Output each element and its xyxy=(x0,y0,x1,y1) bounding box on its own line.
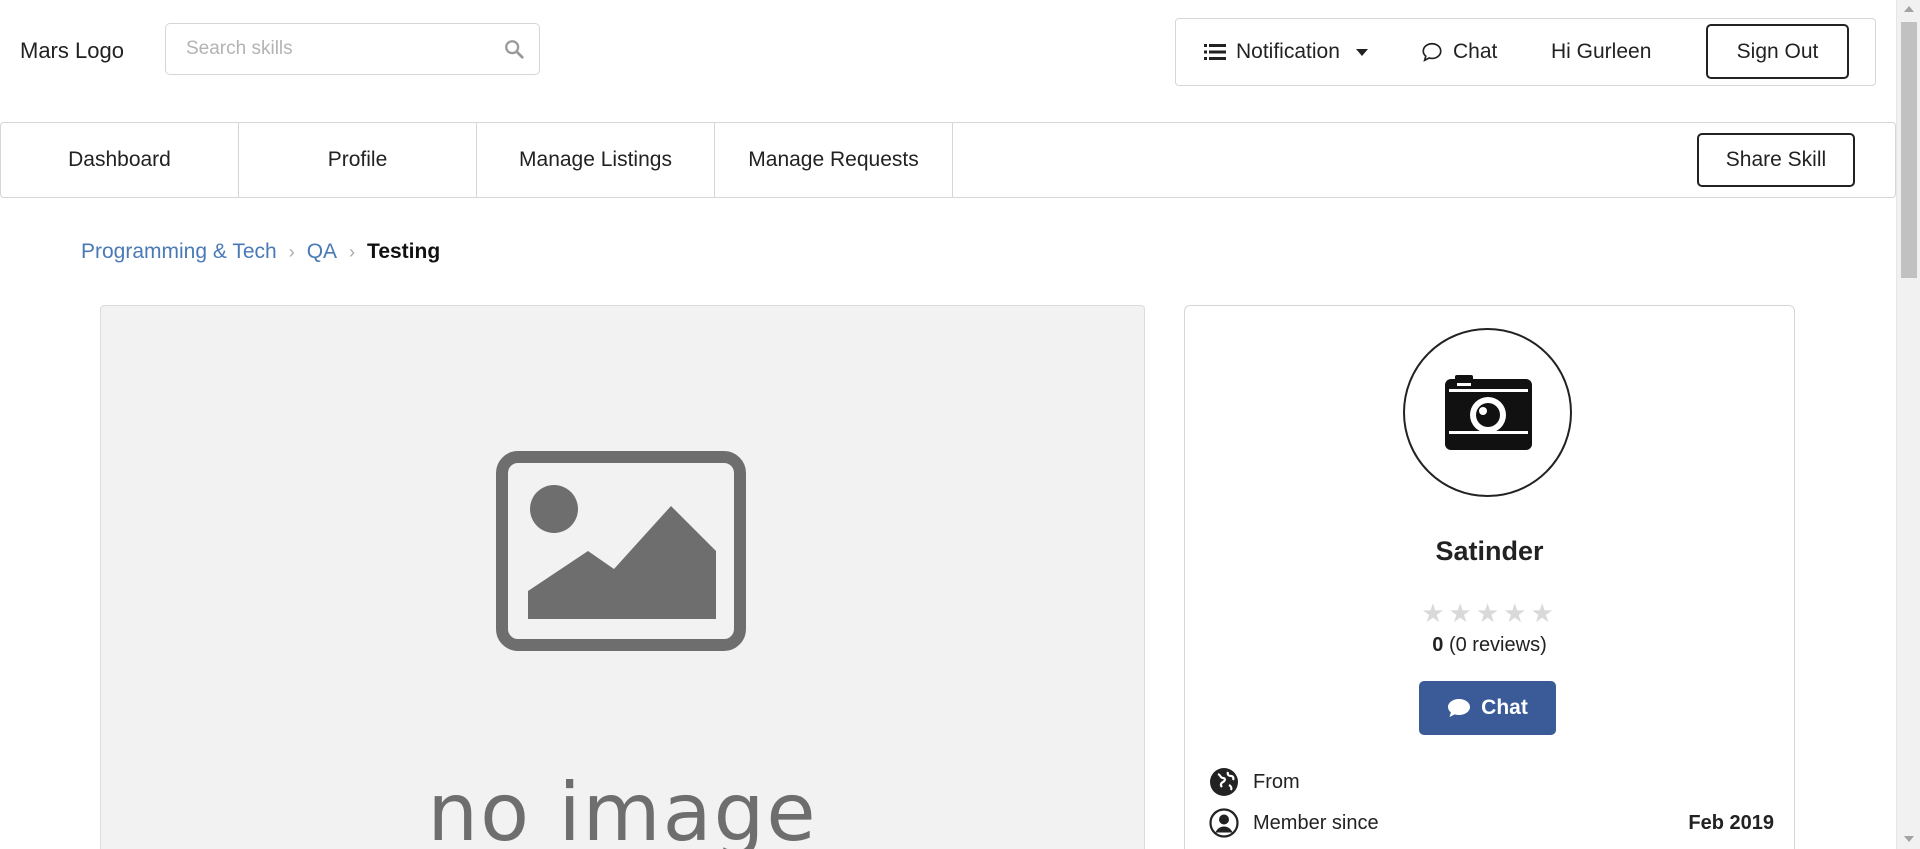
user-greeting[interactable]: Hi Gurleen xyxy=(1551,19,1651,85)
info-from: From xyxy=(1209,766,1774,798)
tab-manage-listings[interactable]: Manage Listings xyxy=(477,123,715,197)
page-scrollbar[interactable] xyxy=(1896,0,1920,849)
notification-dropdown[interactable]: Notification xyxy=(1204,19,1368,85)
globe-icon xyxy=(1210,768,1238,796)
from-label: From xyxy=(1253,770,1300,793)
tab-manage-requests[interactable]: Manage Requests xyxy=(715,123,953,197)
caret-down-icon xyxy=(1355,48,1368,56)
seller-card: Satinder ★★★★★ 0 (0 reviews) Chat From M… xyxy=(1184,305,1795,849)
image-placeholder-icon xyxy=(496,451,746,651)
info-member-since: Member since Feb 2019 xyxy=(1209,807,1774,839)
review-summary: 0 (0 reviews) xyxy=(1185,634,1794,657)
notification-label: Notification xyxy=(1236,40,1340,63)
breadcrumb-subcategory[interactable]: QA xyxy=(307,240,337,264)
tab-profile[interactable]: Profile xyxy=(239,123,477,197)
search-box xyxy=(165,23,540,75)
scrollbar-thumb[interactable] xyxy=(1901,22,1917,278)
review-count: (0 reviews) xyxy=(1448,634,1547,656)
avatar xyxy=(1403,328,1572,497)
chat-label: Chat xyxy=(1453,40,1498,63)
list-icon xyxy=(1204,44,1226,60)
logo[interactable]: Mars Logo xyxy=(20,38,124,64)
top-menu: Notification Chat Hi Gurleen Sign Out xyxy=(1175,18,1876,86)
no-image-text: no image xyxy=(427,766,818,849)
breadcrumb-current: Testing xyxy=(367,240,441,263)
seller-name: Satinder xyxy=(1435,536,1544,566)
sign-out-button[interactable]: Sign Out xyxy=(1706,24,1849,79)
tab-dashboard[interactable]: Dashboard xyxy=(1,123,239,197)
chat-bubble-icon xyxy=(1448,699,1471,717)
breadcrumb-separator: › xyxy=(288,241,295,262)
scroll-up-arrow-icon[interactable] xyxy=(1904,6,1914,12)
scroll-down-arrow-icon[interactable] xyxy=(1904,836,1914,842)
chat-button-label: Chat xyxy=(1481,696,1528,719)
member-since-label: Member since xyxy=(1253,811,1379,834)
breadcrumb-separator: › xyxy=(349,241,356,262)
chat-button[interactable]: Chat xyxy=(1419,681,1556,735)
skill-image: no image xyxy=(100,305,1145,849)
rating-stars: ★★★★★ xyxy=(1421,598,1558,628)
camera-icon xyxy=(1445,375,1532,450)
breadcrumb-category[interactable]: Programming & Tech xyxy=(81,240,277,264)
search-input[interactable] xyxy=(166,24,486,74)
member-since-value: Feb 2019 xyxy=(1688,811,1774,834)
breadcrumb: Programming & Tech › QA › Testing xyxy=(81,240,440,264)
chat-outline-icon xyxy=(1422,42,1442,62)
search-icon[interactable] xyxy=(503,38,525,60)
main-nav: Dashboard Profile Manage Listings Manage… xyxy=(0,122,1896,198)
user-circle-icon xyxy=(1209,808,1239,838)
rating-value: 0 xyxy=(1432,634,1444,656)
share-skill-button[interactable]: Share Skill xyxy=(1697,133,1855,187)
chat-link[interactable]: Chat xyxy=(1421,19,1497,85)
